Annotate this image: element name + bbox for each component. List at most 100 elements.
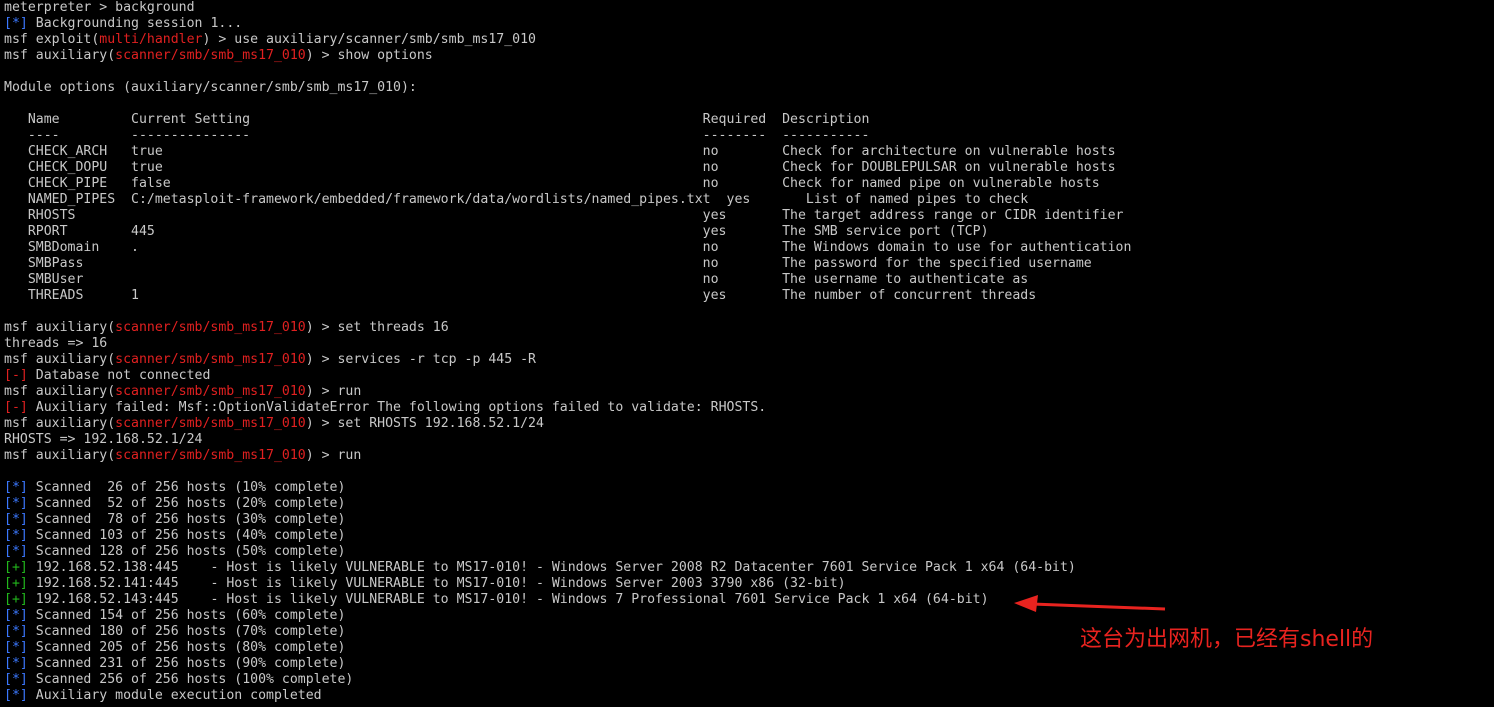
line-text: 192.168.52.141:445 - Host is likely VULN… [27,576,846,591]
line-text: Scanned 78 of 256 hosts (30% complete) [27,512,346,527]
terminal-line: RPORT 445 yes The SMB service port (TCP) [4,224,1490,240]
status-tag-info: [*] [4,608,28,623]
terminal-line: SMBUser no The username to authenticate … [4,272,1490,288]
prompt-command: ) > use auxiliary/scanner/smb/smb_ms17_0… [202,32,536,47]
prompt-module-name: multi/handler [99,32,203,47]
line-text: Database not connected [27,368,211,383]
terminal-line: CHECK_ARCH true no Check for architectur… [4,144,1490,160]
terminal-line: THREADS 1 yes The number of concurrent t… [4,288,1490,304]
terminal-line: msf auxiliary(scanner/smb/smb_ms17_010) … [4,384,1490,400]
terminal-line: [*] Auxiliary module execution completed [4,688,1490,704]
line-text: Scanned 180 of 256 hosts (70% complete) [27,624,346,639]
line-text: Scanned 154 of 256 hosts (60% complete) [27,608,346,623]
terminal-line: [*] Scanned 231 of 256 hosts (90% comple… [4,656,1490,672]
line-text: Scanned 256 of 256 hosts (100% complete) [27,672,354,687]
line-text: SMBPass no The password for the specifie… [4,256,1092,271]
terminal-line: msf auxiliary(scanner/smb/smb_ms17_010) … [4,416,1490,432]
line-text: Name Current Setting Required Descriptio… [4,112,870,127]
line-text: RHOSTS => 192.168.52.1/24 [4,432,203,447]
terminal-line: CHECK_PIPE false no Check for named pipe… [4,176,1490,192]
line-text: ---- --------------- -------- ----------… [4,128,870,143]
status-tag-info: [*] [4,16,28,31]
terminal-line: SMBDomain . no The Windows domain to use… [4,240,1490,256]
status-tag-info: [*] [4,544,28,559]
line-text: RPORT 445 yes The SMB service port (TCP) [4,224,989,239]
prompt-module-name: scanner/smb/smb_ms17_010 [115,416,306,431]
line-text: SMBUser no The username to authenticate … [4,272,1029,287]
terminal-line: msf auxiliary(scanner/smb/smb_ms17_010) … [4,320,1490,336]
terminal-line: RHOSTS => 192.168.52.1/24 [4,432,1490,448]
line-text: RHOSTS yes The target address range or C… [4,208,1124,223]
terminal-line: NAMED_PIPES C:/metasploit-framework/embe… [4,192,1490,208]
prompt-command: ) > set RHOSTS 192.168.52.1/24 [305,416,544,431]
terminal-line: RHOSTS yes The target address range or C… [4,208,1490,224]
line-text: CHECK_ARCH true no Check for architectur… [4,144,1116,159]
line-text: 192.168.52.138:445 - Host is likely VULN… [27,560,1076,575]
status-tag-good: [+] [4,592,28,607]
status-tag-info: [*] [4,512,28,527]
status-tag-info: [*] [4,656,28,671]
line-text: Scanned 103 of 256 hosts (40% complete) [27,528,346,543]
status-tag-good: [+] [4,576,28,591]
prompt-module-name: scanner/smb/smb_ms17_010 [115,384,306,399]
status-tag-info: [*] [4,480,28,495]
terminal-line: msf auxiliary(scanner/smb/smb_ms17_010) … [4,352,1490,368]
terminal-line: ---- --------------- -------- ----------… [4,128,1490,144]
terminal-line: [-] Database not connected [4,368,1490,384]
prompt-module-name: scanner/smb/smb_ms17_010 [115,352,306,367]
prompt-prefix: msf auxiliary( [4,352,116,367]
terminal-window[interactable]: meterpreter > background [*] Backgroundin… [4,0,1490,707]
annotation-arrow [1014,595,1166,612]
line-text: 192.168.52.143:445 - Host is likely VULN… [27,592,989,607]
prompt-module-name: scanner/smb/smb_ms17_010 [115,48,306,63]
terminal-line: [*] Scanned 256 of 256 hosts (100% compl… [4,672,1490,688]
prompt-module-name: scanner/smb/smb_ms17_010 [115,320,306,335]
line-text: Scanned 52 of 256 hosts (20% complete) [27,496,346,511]
annotation-arrow-shaft [1031,602,1166,611]
prompt-command: ) > show options [305,48,433,63]
status-tag-good: [+] [4,560,28,575]
line-text: Scanned 205 of 256 hosts (80% complete) [27,640,346,655]
status-tag-error: [-] [4,368,28,383]
line-text: Auxiliary module execution completed [27,688,322,703]
terminal-line: [+] 192.168.52.143:445 - Host is likely … [4,592,1490,608]
line-text: meterpreter > background [4,0,195,15]
prompt-prefix: msf auxiliary( [4,320,116,335]
prompt-prefix: msf auxiliary( [4,448,116,463]
line-text: CHECK_PIPE false no Check for named pipe… [4,176,1100,191]
terminal-line: [+] 192.168.52.138:445 - Host is likely … [4,560,1490,576]
status-tag-info: [*] [4,688,28,703]
line-text: Scanned 26 of 256 hosts (10% complete) [27,480,346,495]
line-text: Auxiliary failed: Msf::OptionValidateErr… [27,400,767,415]
prompt-prefix: msf auxiliary( [4,416,116,431]
status-tag-info: [*] [4,640,28,655]
line-text: CHECK_DOPU true no Check for DOUBLEPULSA… [4,160,1116,175]
status-tag-info: [*] [4,624,28,639]
terminal-line: meterpreter > background [4,0,1490,16]
prompt-module-name: scanner/smb/smb_ms17_010 [115,448,306,463]
prompt-command: ) > run [305,448,362,463]
line-text: Scanned 231 of 256 hosts (90% complete) [27,656,346,671]
terminal-line: msf auxiliary(scanner/smb/smb_ms17_010) … [4,448,1490,464]
status-tag-error: [-] [4,400,28,415]
terminal-line: [*] Scanned 26 of 256 hosts (10% complet… [4,480,1490,496]
terminal-line: Name Current Setting Required Descriptio… [4,112,1490,128]
status-tag-info: [*] [4,528,28,543]
line-text: Scanned 128 of 256 hosts (50% complete) [27,544,346,559]
prompt-command: ) > run [305,384,362,399]
terminal-line: [*] Scanned 52 of 256 hosts (20% complet… [4,496,1490,512]
terminal-line: CHECK_DOPU true no Check for DOUBLEPULSA… [4,160,1490,176]
line-text: SMBDomain . no The Windows domain to use… [4,240,1132,255]
terminal-line: [+] 192.168.52.141:445 - Host is likely … [4,576,1490,592]
annotation-arrow-head [1014,595,1038,612]
line-text: Module options (auxiliary/scanner/smb/sm… [4,80,417,95]
line-text: threads => 16 [4,336,108,351]
terminal-line: SMBPass no The password for the specifie… [4,256,1490,272]
line-text: Backgrounding session 1... [27,16,243,31]
terminal-line: threads => 16 [4,336,1490,352]
status-tag-info: [*] [4,496,28,511]
